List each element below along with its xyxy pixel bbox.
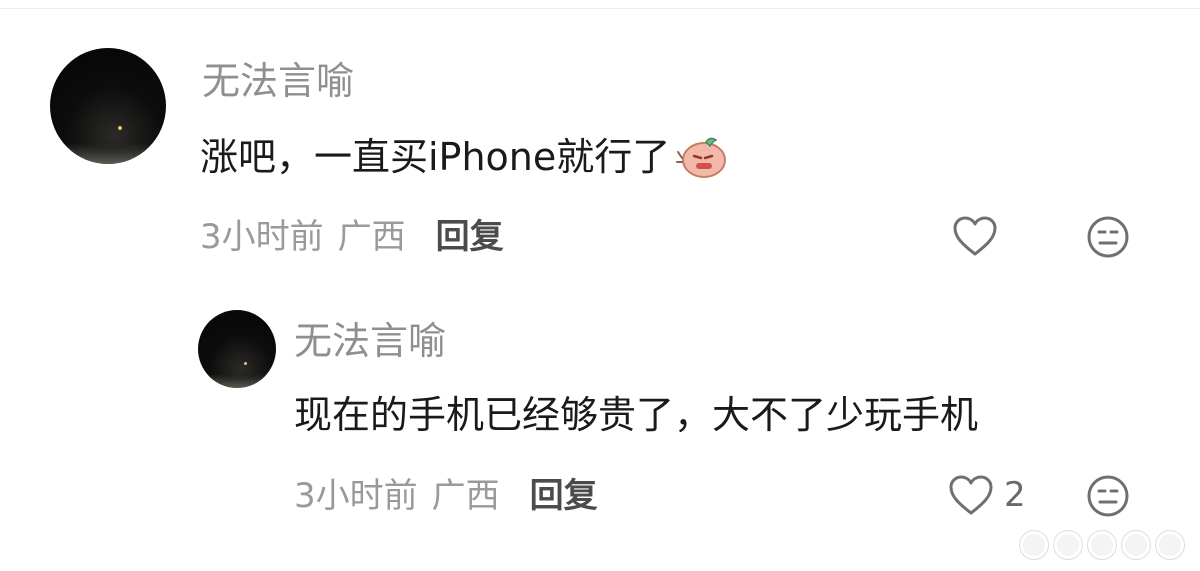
comment-author[interactable]: 无法言喻 — [202, 58, 354, 104]
comment-text-body: 现在的手机已经够贵了，大不了少玩手机 — [294, 393, 979, 437]
comment-meta: 3小时前 广西 回复 — [294, 476, 598, 516]
comment-time: 3小时前 — [294, 476, 418, 516]
divider — [0, 8, 1200, 9]
comment-meta: 3小时前 广西 回复 — [200, 217, 504, 257]
comment-text-body: 涨吧，一直买iPhone就行了 — [200, 135, 671, 179]
neutral-face-icon — [1087, 216, 1129, 258]
avatar-light — [118, 126, 122, 130]
like-count: 2 — [1004, 475, 1026, 515]
comment-location: 广西 — [431, 476, 500, 516]
dislike-button[interactable] — [1086, 215, 1130, 259]
watermark-dot — [1020, 531, 1048, 559]
avatar[interactable] — [50, 48, 166, 164]
avatar-horizon — [198, 373, 276, 388]
comment-time: 3小时前 — [200, 217, 324, 257]
doge-emoji-icon — [676, 137, 727, 178]
reply-button[interactable]: 回复 — [436, 217, 504, 257]
reply-button[interactable]: 回复 — [530, 476, 598, 516]
comment-author[interactable]: 无法言喻 — [294, 318, 446, 364]
like-button[interactable]: 2 — [948, 474, 1026, 516]
avatar[interactable] — [198, 310, 276, 388]
watermark — [1020, 531, 1184, 559]
heart-outline-icon — [949, 475, 993, 515]
watermark-dot — [1156, 531, 1184, 559]
watermark-dot — [1122, 531, 1150, 559]
neutral-face-icon — [1087, 475, 1129, 517]
avatar-horizon — [50, 143, 166, 164]
avatar-light — [244, 362, 247, 365]
comment-text: 现在的手机已经够贵了，大不了少玩手机 — [294, 392, 978, 438]
watermark-dot — [1054, 531, 1082, 559]
like-button[interactable] — [952, 215, 998, 257]
watermark-dot — [1088, 531, 1116, 559]
comment-location: 广西 — [337, 217, 406, 257]
comment-text: 涨吧，一直买iPhone就行了 — [200, 134, 728, 180]
dislike-button[interactable] — [1086, 474, 1130, 518]
heart-outline-icon — [953, 216, 997, 256]
